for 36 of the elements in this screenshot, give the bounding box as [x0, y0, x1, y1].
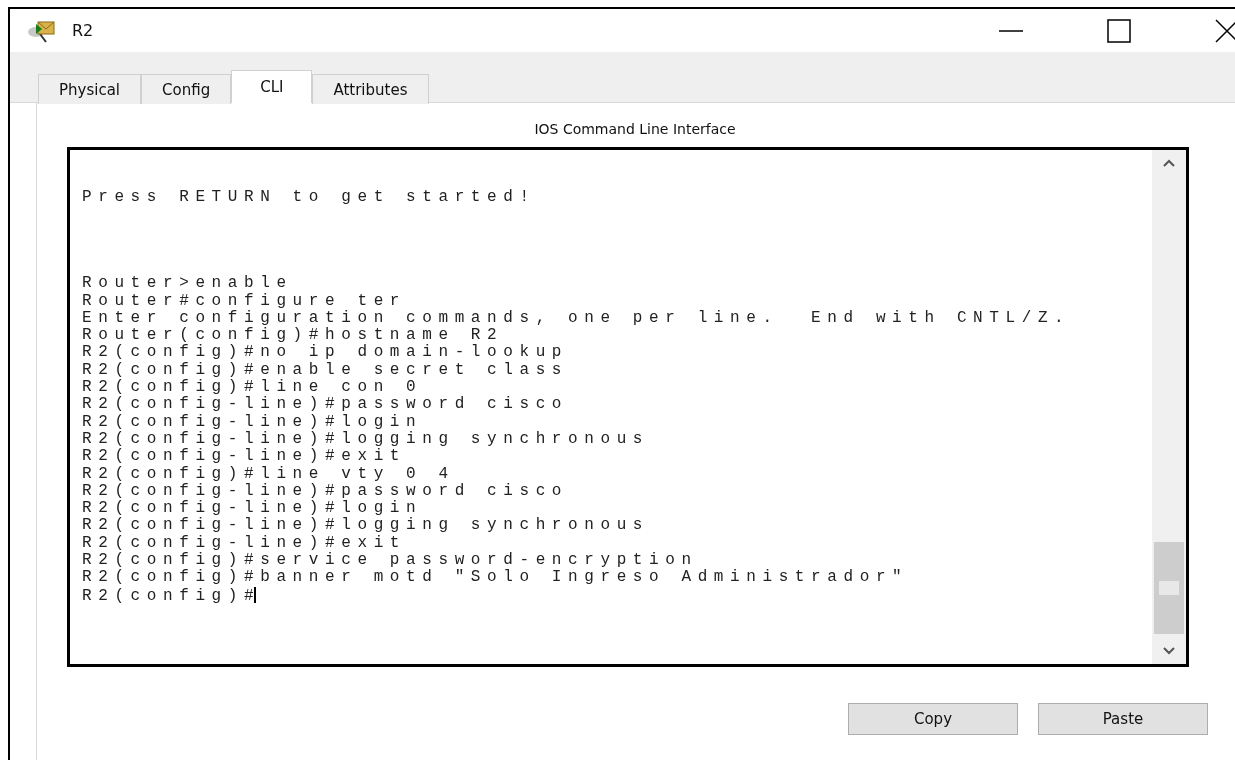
console-line: Router#configure ter	[82, 292, 408, 310]
tab[interactable]: Attributes	[312, 74, 429, 104]
scrollbar[interactable]	[1152, 150, 1186, 664]
close-icon[interactable]	[1215, 18, 1235, 43]
console-line: R2(config)#banner motd "Solo Ingreso Administrador"	[82, 569, 910, 587]
window-title: R2	[72, 21, 94, 40]
text-cursor	[254, 586, 257, 603]
console-line: R2(config)#enable secret class	[82, 361, 570, 379]
console-line: Router>enable	[82, 275, 294, 293]
scroll-thumb[interactable]	[1154, 542, 1184, 634]
maximize-icon[interactable]	[1107, 18, 1131, 43]
console-line: R2(config-line)#login	[82, 500, 423, 518]
tab[interactable]: Physical	[38, 74, 142, 104]
console-line: Press RETURN to get started!	[82, 189, 537, 207]
console-line: Router(config)#hostname R2	[82, 327, 504, 345]
console-line: R2(config)#no ip domain-lookup	[82, 344, 570, 362]
tab[interactable]: CLI	[231, 70, 313, 103]
tab[interactable]: Config	[141, 74, 232, 104]
console-line: R2(config)#line vty 0 4	[82, 465, 456, 483]
console-line: R2(config-line)#exit	[82, 534, 408, 552]
scroll-down-icon[interactable]	[1162, 646, 1176, 656]
action-button[interactable]: Paste	[1038, 703, 1208, 735]
console-line: R2(config)#	[82, 586, 262, 604]
panel-title: IOS Command Line Interface	[533, 121, 737, 137]
console-line: R2(config-line)#password cisco	[82, 482, 570, 500]
action-button[interactable]: Copy	[848, 703, 1018, 735]
console-line: R2(config-line)#password cisco	[82, 396, 570, 414]
console-line: Enter configuration commands, one per line. End with CNTL/Z.	[82, 309, 1072, 327]
console-line: R2(config-line)#login	[82, 413, 424, 431]
console-line: R2(config-line)#logging synchronous	[82, 517, 651, 535]
terminal-console[interactable]	[67, 147, 1189, 667]
console-line: R2(config)#line con 0	[82, 379, 423, 397]
console-line: R2(config-line)#logging synchronous	[82, 430, 651, 448]
console-line: R2(config-line)#exit	[82, 448, 408, 466]
scroll-up-icon[interactable]	[1162, 158, 1176, 168]
console-line: R2(config)#service password-encryption	[82, 552, 698, 570]
